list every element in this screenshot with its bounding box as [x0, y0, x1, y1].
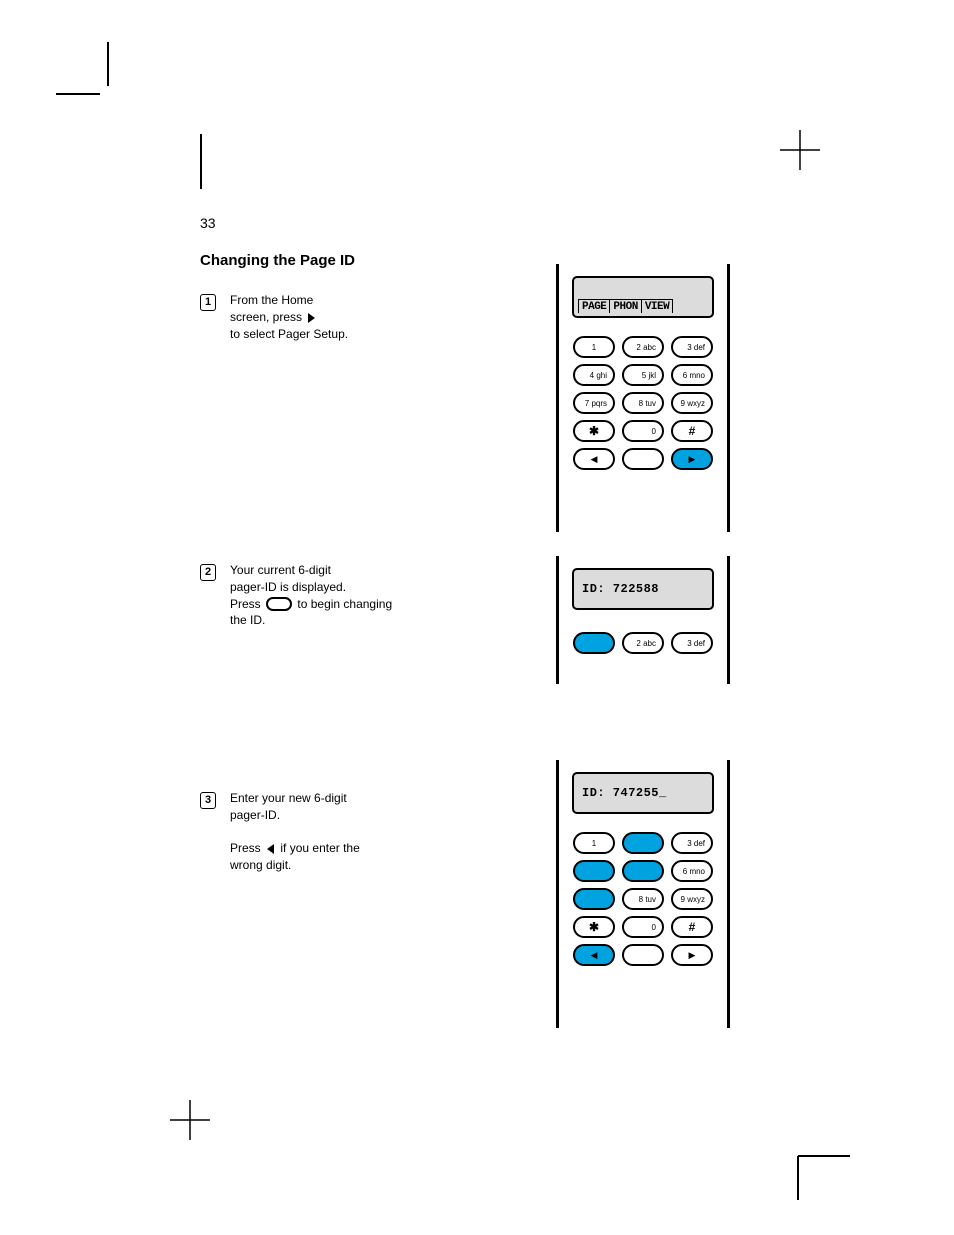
key-3[interactable]: 3 def — [671, 336, 713, 358]
key-3-b[interactable]: 3 def — [671, 632, 713, 654]
key-5-c[interactable] — [622, 860, 664, 882]
key-star[interactable]: ✱ — [573, 420, 615, 442]
crop-mark-inner-tl — [186, 134, 216, 194]
lcd-screen-2: ID: 722588 — [572, 568, 714, 610]
keypad-1: 1 2 abc 3 def 4 ghi 5 jkl 6 mno 7 pqrs 8… — [572, 336, 714, 470]
key-7-c[interactable] — [573, 888, 615, 910]
lcd-screen-3: ID: 747255_ — [572, 772, 714, 814]
key-5[interactable]: 5 jkl — [622, 364, 664, 386]
crop-mark-tr — [780, 130, 820, 170]
key-6-c[interactable]: 6 mno — [671, 860, 713, 882]
lcd-tab-view: VIEW — [641, 299, 673, 313]
key-2-b[interactable]: 2 abc — [622, 632, 664, 654]
key-9[interactable]: 9 wxyz — [671, 392, 713, 414]
page-number: 33 — [200, 215, 216, 231]
key-right-c[interactable]: ▶ — [671, 944, 713, 966]
lcd-screen-1: PAGE PHON VIEW — [572, 276, 714, 318]
key-2[interactable]: 2 abc — [622, 336, 664, 358]
key-1[interactable]: 1 — [573, 336, 615, 358]
device-panel-3: ID: 747255_ 1 3 def 6 mno 8 tuv 9 wxyz ✱… — [556, 760, 730, 1028]
key-7[interactable]: 7 pqrs — [573, 392, 615, 414]
key-right[interactable]: ▶ — [671, 448, 713, 470]
key-8[interactable]: 8 tuv — [622, 392, 664, 414]
key-1-c[interactable]: 1 — [573, 832, 615, 854]
key-0-c[interactable]: 0 — [622, 916, 664, 938]
instruction-2: 2 Your current 6-digit pager-ID is displ… — [230, 562, 540, 629]
section-title: Changing the Page ID — [200, 252, 355, 269]
instruction-3: 3 Enter your new 6-digit pager-ID. Press… — [230, 790, 540, 874]
keypad-3: 1 3 def 6 mno 8 tuv 9 wxyz ✱ 0 # ◀ ▶ — [572, 832, 714, 966]
key-menu[interactable] — [622, 448, 664, 470]
key-8-c[interactable]: 8 tuv — [622, 888, 664, 910]
key-1-b[interactable] — [573, 632, 615, 654]
key-left[interactable]: ◀ — [573, 448, 615, 470]
key-9-c[interactable]: 9 wxyz — [671, 888, 713, 910]
key-hash-c[interactable]: # — [671, 916, 713, 938]
key-6[interactable]: 6 mno — [671, 364, 713, 386]
instruction-1: 1 From the Home screen, press to select … — [230, 292, 540, 342]
key-hash[interactable]: # — [671, 420, 713, 442]
left-arrow-icon — [267, 844, 274, 854]
lcd-tab-page: PAGE — [578, 299, 610, 313]
key-menu-c[interactable] — [622, 944, 664, 966]
crop-mark-tl — [56, 42, 116, 102]
key-star-c[interactable]: ✱ — [573, 916, 615, 938]
lcd-tab-phon: PHON — [609, 299, 641, 313]
key-4-c[interactable] — [573, 860, 615, 882]
key-4[interactable]: 4 ghi — [573, 364, 615, 386]
crop-mark-bl — [170, 1100, 210, 1140]
crop-mark-br — [790, 1140, 850, 1200]
right-arrow-icon — [308, 313, 315, 323]
key-0[interactable]: 0 — [622, 420, 664, 442]
keypad-2: 2 abc 3 def — [572, 632, 714, 654]
key-left-c[interactable]: ◀ — [573, 944, 615, 966]
device-panel-1: PAGE PHON VIEW 1 2 abc 3 def 4 ghi 5 jkl… — [556, 264, 730, 532]
key-icon-inline — [266, 597, 292, 611]
key-2-c[interactable] — [622, 832, 664, 854]
device-panel-2: ID: 722588 2 abc 3 def — [556, 556, 730, 684]
key-3-c[interactable]: 3 def — [671, 832, 713, 854]
